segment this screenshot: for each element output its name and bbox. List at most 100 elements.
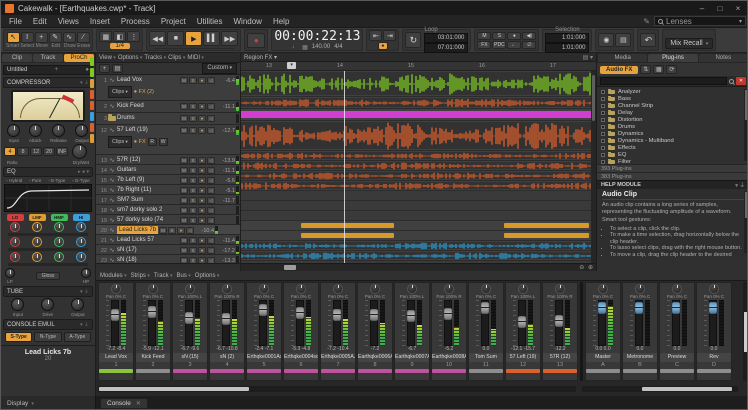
track-row[interactable]: 17∿SM7 SumMS●◁-11.7 (96, 195, 240, 205)
mix-∅-button[interactable]: ∅ (522, 41, 536, 49)
output-knob[interactable] (71, 298, 84, 311)
selection-start-field[interactable]: 1:01:000 (545, 33, 589, 43)
plugin-folder-item[interactable]: Delay (597, 109, 748, 116)
eq-band-lmf[interactable]: LMF (29, 214, 46, 221)
track-echo-button[interactable]: ◁ (207, 217, 215, 224)
mix-♩-button[interactable]: ♩ (507, 41, 521, 49)
mix-●-button[interactable]: ● (507, 32, 521, 40)
track-echo-button[interactable]: ◁ (207, 207, 215, 214)
track-solo-button[interactable]: S (189, 207, 197, 214)
console-type-a-type[interactable]: A-Type (64, 332, 91, 342)
move-tool-icon[interactable]: + (35, 32, 48, 43)
track-mute-button[interactable]: M (180, 77, 188, 84)
expand-checkbox[interactable] (601, 132, 605, 136)
mixer-strip[interactable]: Pan 0% C0.0 0.0MasterA (585, 282, 621, 381)
timeline-lane[interactable] (241, 97, 596, 109)
fader-handle[interactable] (407, 310, 415, 322)
volume-fader[interactable] (407, 300, 415, 346)
track-row[interactable]: 20∿Lead Licks 7bMS●◁-10.4 (96, 225, 240, 235)
trackpane-menu-options[interactable]: Options (118, 55, 143, 61)
eq-band-hmf[interactable]: HMF (51, 214, 68, 221)
eq-knob-lmf[interactable] (32, 252, 42, 262)
track-manager-icon[interactable]: ▤ (112, 64, 123, 73)
eq-knob-hi[interactable] (76, 252, 86, 262)
eq-type-hybrid[interactable]: ◦ Hybrid (6, 178, 22, 183)
help-menu-icon[interactable]: ▾ ⏚ (735, 181, 745, 189)
mix-m-button[interactable]: M (477, 32, 491, 40)
module-chip[interactable] (90, 90, 94, 99)
mix-◀)-button[interactable]: ◀) (522, 32, 536, 40)
punch-out-button[interactable]: ⇥ (383, 30, 396, 41)
snap-icon[interactable]: ▦ (99, 31, 112, 42)
erase-tool-icon[interactable]: ⁄ (77, 32, 90, 43)
mixer-strip[interactable]: Pan 100% R-12.257R (12)13 (542, 282, 578, 381)
audio-clip[interactable] (241, 98, 596, 107)
plugin-search-input[interactable] (600, 77, 727, 85)
track-solo-button[interactable]: S (168, 227, 176, 234)
clips-dropdown[interactable]: Clips (108, 136, 132, 148)
timeline-lane[interactable] (241, 181, 596, 191)
fader-handle[interactable] (635, 302, 643, 314)
audio-clip[interactable] (241, 72, 596, 95)
volume-fader[interactable] (333, 300, 341, 346)
browser-tab-media[interactable]: Media (598, 54, 647, 62)
tempo-value[interactable]: 140.00 (312, 44, 330, 50)
track-echo-button[interactable]: ◁ (207, 103, 215, 110)
track-arm-button[interactable]: ● (177, 227, 185, 234)
volume-fader[interactable] (709, 300, 717, 346)
eq-knob-lo[interactable] (10, 252, 20, 262)
track-name[interactable]: 7b Right (11) (117, 186, 179, 195)
plugin-folder-item[interactable]: Filter (597, 158, 748, 164)
track-name[interactable]: 57R (12) (117, 156, 179, 165)
strip-name[interactable]: Earthqke0007AsT (395, 353, 429, 362)
strip-name[interactable]: Rev (697, 353, 731, 362)
track-row[interactable]: 2∿Kick FeedMS●◁-11.1 (96, 101, 240, 113)
plugin-folder-item[interactable]: Dynamics (597, 130, 748, 137)
track-echo-button[interactable]: ◁ (207, 177, 215, 184)
tube-header[interactable]: TUBE ▾ ⏚ (3, 286, 93, 297)
track-name[interactable]: 57 dorky solo (74 (117, 216, 179, 225)
volume-fader[interactable] (185, 300, 193, 346)
add-track-button[interactable]: + (99, 64, 110, 73)
track-solo-button[interactable]: S (189, 237, 197, 244)
track-solo-button[interactable]: S (189, 157, 197, 164)
fader-handle[interactable] (259, 304, 267, 316)
trackpane-menu-view[interactable]: View (99, 55, 116, 61)
expand-checkbox[interactable] (601, 90, 605, 94)
track-arm-button[interactable]: ● (198, 167, 206, 174)
plugin-folder-item[interactable]: Distortion (597, 116, 748, 123)
audio-clip-segment[interactable] (504, 223, 589, 228)
track-arm-button[interactable]: ● (198, 177, 206, 184)
snap-icon[interactable]: ◧ (113, 31, 126, 42)
fader-handle[interactable] (518, 316, 526, 328)
track-mute-button[interactable]: M (180, 217, 188, 224)
audio-clip-segment[interactable] (301, 223, 393, 228)
volume-fader[interactable] (111, 300, 119, 346)
menu-process[interactable]: Process (116, 16, 155, 27)
strip-name[interactable]: Kick Feed (136, 353, 170, 362)
folder-view-icon[interactable]: ▦ (653, 65, 664, 74)
help-scrollbar[interactable] (744, 191, 748, 253)
loop-icon[interactable]: ↻ (405, 32, 421, 48)
track-echo-button[interactable]: ◁ (207, 187, 215, 194)
strip-name[interactable]: Master (586, 353, 620, 362)
mixer-strip[interactable]: Pan 0% C-5.9 -12.1Kick Feed2 (135, 282, 171, 381)
track-echo-button[interactable]: ◁ (207, 157, 215, 164)
selection-end-field[interactable]: 1:01:000 (545, 43, 589, 53)
pan-knob[interactable] (481, 284, 491, 294)
track-mute-button[interactable]: M (180, 127, 188, 134)
track-name[interactable]: Drums (117, 114, 179, 123)
track-mute-button[interactable]: M (180, 157, 188, 164)
strip-name[interactable]: sN (2) (210, 353, 244, 362)
track-row[interactable]: 22∿sN (17)MS●◁-17.2 (96, 245, 240, 255)
mixer-strip[interactable]: Pan 0% C-7.2 -8.4Lead Vox1 (98, 282, 134, 381)
track-echo-button[interactable]: ◁ (207, 237, 215, 244)
track-name[interactable]: Guitars (117, 166, 179, 175)
volume-fader[interactable] (635, 300, 643, 346)
console-dock-tab[interactable]: Console ✕ (100, 398, 148, 409)
track-mute-button[interactable]: M (180, 207, 188, 214)
strip-name[interactable]: sN (15) (173, 353, 207, 362)
console-type-n-type[interactable]: N-Type (34, 332, 61, 342)
close-icon[interactable]: ✕ (136, 400, 141, 407)
track-echo-button[interactable]: ◁ (207, 77, 215, 84)
